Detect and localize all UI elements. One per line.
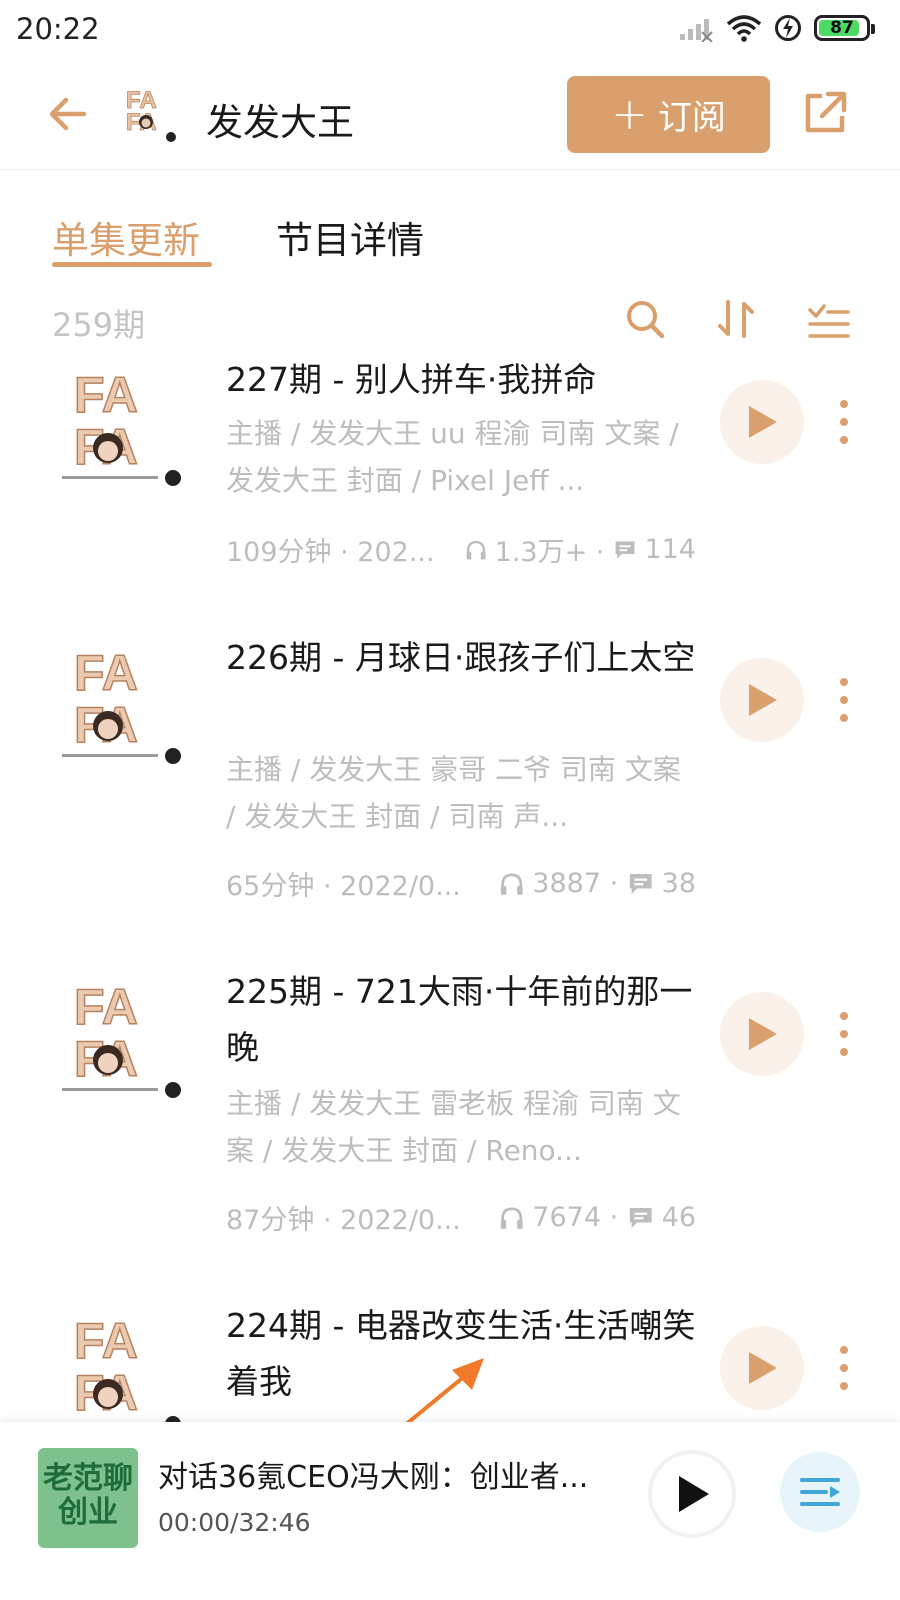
episode-meta: 109分钟 · 202... 1.3万+ · 114 xyxy=(226,530,696,569)
playlist-button[interactable] xyxy=(780,1452,860,1532)
svg-text:FA: FA xyxy=(74,979,138,1035)
comment-icon xyxy=(630,1207,652,1228)
back-arrow-icon[interactable] xyxy=(44,90,92,138)
more-options-icon[interactable] xyxy=(832,398,856,446)
playlist-icon xyxy=(800,1478,840,1506)
mini-player-play-button[interactable] xyxy=(648,1450,736,1538)
episode-description: 主播 / 发发大王 豪哥 二爷 司南 文案 / 发发大王 封面 / 司南 声..… xyxy=(226,753,681,833)
episode-play-button[interactable] xyxy=(720,1326,804,1410)
episode-plays: 7674 · xyxy=(532,1202,619,1233)
headphones-icon xyxy=(466,540,486,559)
episode-cover: FA FA xyxy=(62,644,181,764)
mini-player-title: 对话36氪CEO冯大刚：创业者... xyxy=(158,1460,589,1495)
subscribe-label: 订阅 xyxy=(657,98,726,138)
mini-player[interactable]: 老范聊创业 对话36氪CEO冯大刚：创业者... 00:00/32:46 xyxy=(0,1422,900,1600)
episode-plays: 1.3万+ · xyxy=(494,537,605,568)
tab-indicator xyxy=(52,262,212,267)
episode-meta: 87分钟 · 2022/0... 7674 · 46 xyxy=(226,1198,696,1237)
mini-player-cover: 老范聊创业 xyxy=(38,1448,138,1548)
podcast-title: 发发大王 xyxy=(206,101,354,144)
search-icon[interactable] xyxy=(622,296,668,342)
episode-description: 主播 / 发发大王 uu 程渝 司南 文案 / 发发大王 封面 / Pixel … xyxy=(226,417,679,497)
play-icon xyxy=(679,1476,709,1512)
tab-program-details[interactable]: 节目详情 xyxy=(276,210,424,264)
episode-item[interactable]: FA FA 226期 - 月球日·跟孩子们上太空 主播 / 发发大王 豪哥 二爷… xyxy=(0,630,900,920)
mini-player-cover-text: 老范聊创业 xyxy=(43,1461,133,1530)
share-icon[interactable] xyxy=(800,88,850,138)
episode-meta: 65分钟 · 2022/0... 3887 · 38 xyxy=(226,864,696,903)
episode-cover: FA FA xyxy=(62,366,181,486)
episode-cover: FA FA xyxy=(62,978,181,1098)
status-bar: 20:22 87 xyxy=(0,0,900,62)
episode-comments: 114 xyxy=(644,534,696,565)
plus-icon: + xyxy=(611,88,648,140)
play-icon xyxy=(749,684,777,716)
battery-cap xyxy=(871,24,875,34)
episode-play-button[interactable] xyxy=(720,380,804,464)
episode-duration-date: 65分钟 · 2022/0... xyxy=(226,871,461,902)
battery-text: 87 xyxy=(830,18,854,38)
headphones-icon xyxy=(500,1207,523,1229)
tab-bar: 单集更新 节目详情 xyxy=(0,170,900,280)
play-icon xyxy=(749,406,777,438)
episode-count: 259期 xyxy=(52,306,146,344)
mini-player-time: 00:00/32:46 xyxy=(158,1508,311,1537)
svg-text:FA: FA xyxy=(74,645,138,701)
subscribe-button[interactable]: + 订阅 xyxy=(567,76,770,153)
comment-icon xyxy=(615,540,635,559)
status-time: 20:22 xyxy=(16,12,100,46)
more-options-icon[interactable] xyxy=(832,676,856,724)
episode-item[interactable]: FA FA 227期 - 别人拼车·我拼命 主播 / 发发大王 uu 程渝 司南… xyxy=(0,352,900,592)
episode-title: 226期 - 月球日·跟孩子们上太空 xyxy=(226,638,696,677)
episode-description: 主播 / 发发大王 雷老板 程渝 司南 文案 / 发发大王 封面 / Reno.… xyxy=(226,1087,681,1167)
episode-comments: 46 xyxy=(661,1202,696,1233)
episode-play-button[interactable] xyxy=(720,658,804,742)
episode-duration-date: 87分钟 · 2022/0... xyxy=(226,1205,461,1236)
headphones-icon xyxy=(500,873,523,895)
more-options-icon[interactable] xyxy=(832,1344,856,1392)
play-icon xyxy=(749,1018,777,1050)
battery-indicator: 87 xyxy=(814,15,875,41)
sort-icon[interactable] xyxy=(714,296,760,342)
play-icon xyxy=(749,1352,777,1384)
svg-text:FA: FA xyxy=(74,1313,138,1369)
more-options-icon[interactable] xyxy=(832,1010,856,1058)
episode-title: 227期 - 别人拼车·我拼命 xyxy=(226,360,597,399)
episode-item[interactable]: FA FA 225期 - 721大雨·十年前的那一晚 主播 / 发发大王 雷老板… xyxy=(0,964,900,1254)
episode-cover: FA FA xyxy=(73,1312,181,1422)
status-icons: 87 xyxy=(678,14,875,42)
list-toolbar: 259期 xyxy=(0,290,900,352)
charging-icon xyxy=(775,15,801,41)
episode-plays: 3887 · xyxy=(532,868,619,899)
tab-episodes[interactable]: 单集更新 xyxy=(52,210,200,264)
filter-list-icon[interactable] xyxy=(806,296,852,342)
episode-comments: 38 xyxy=(661,868,696,899)
signal-icon xyxy=(680,19,713,42)
episode-play-button[interactable] xyxy=(720,992,804,1076)
episode-duration-date: 109分钟 · 202... xyxy=(226,537,435,568)
podcast-logo: FA FA xyxy=(126,87,176,142)
wifi-icon xyxy=(726,15,762,42)
comment-icon xyxy=(630,873,652,894)
episode-title: 225期 - 721大雨·十年前的那一晚 xyxy=(226,972,693,1067)
app-header: FA FA 发发大王 + 订阅 xyxy=(0,62,900,170)
svg-text:FA: FA xyxy=(74,367,138,423)
